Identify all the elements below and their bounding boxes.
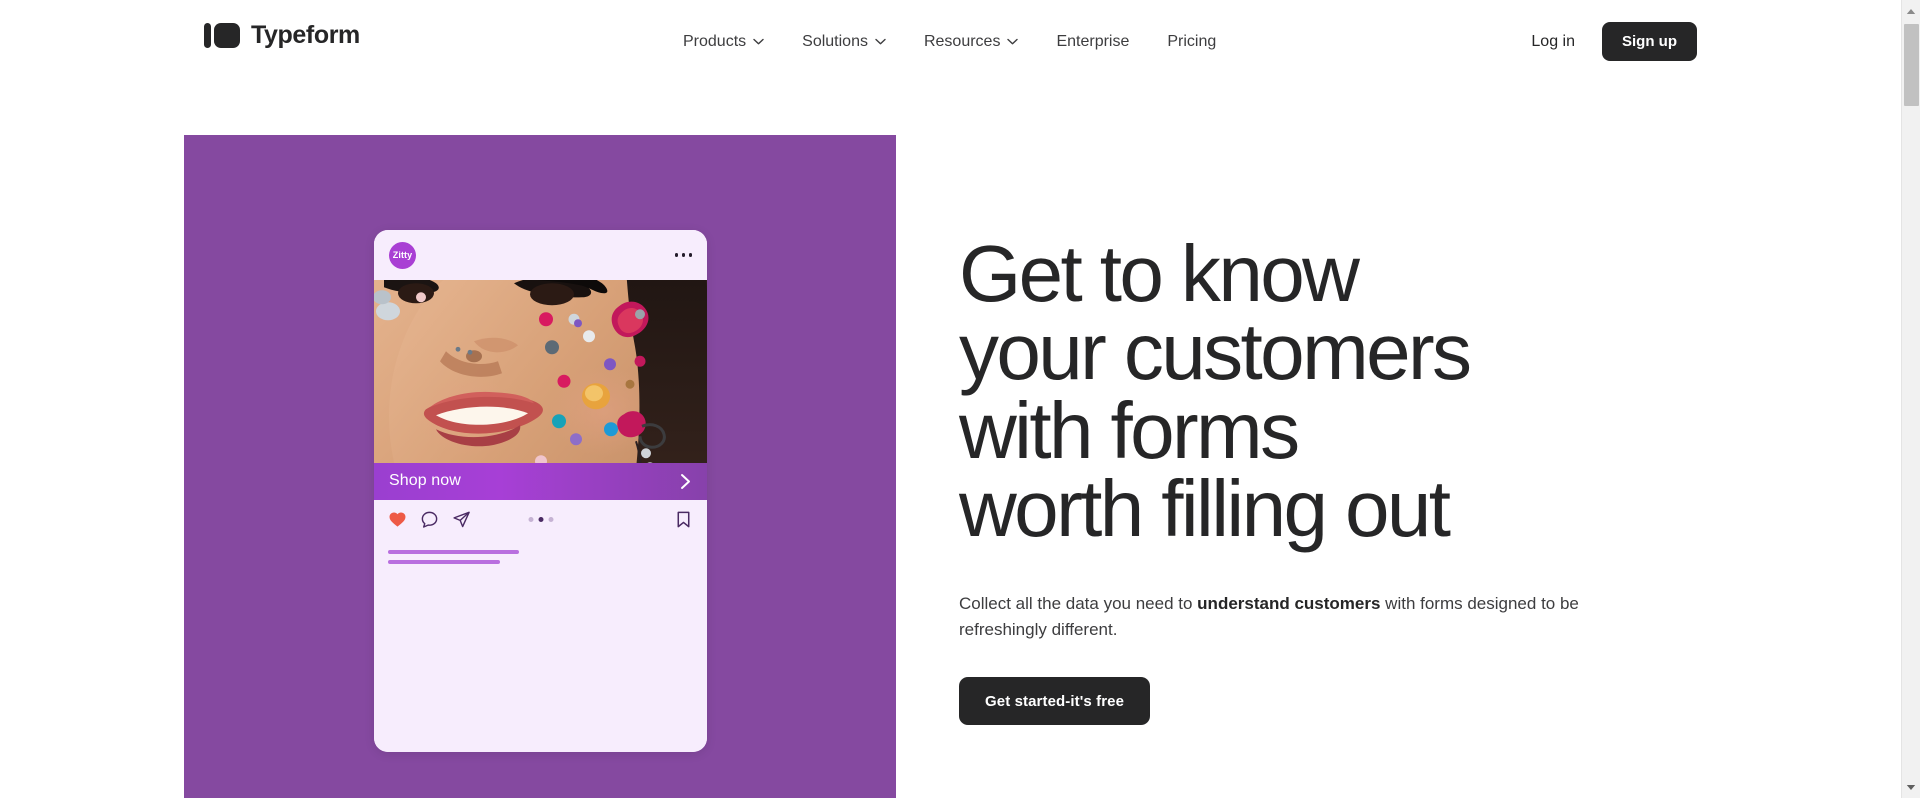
more-options-icon[interactable] [674, 253, 692, 257]
chevron-down-icon [753, 38, 764, 45]
primary-navigation: Products Solutions Resources Enterprise [683, 0, 1216, 83]
hero-subheading: Collect all the data you need to underst… [959, 591, 1659, 644]
brand-logo-link[interactable]: Typeform [204, 23, 360, 48]
get-started-button[interactable]: Get started-it's free [959, 677, 1151, 726]
shop-now-bar[interactable]: Shop now [374, 462, 707, 500]
scroll-up-arrow-icon[interactable] [1902, 2, 1920, 20]
scroll-thumb[interactable] [1904, 24, 1919, 106]
subhead-text-before: Collect all the data you need to [959, 593, 1198, 613]
hero-section: Zitty Shop now Get to know your customer… [0, 83, 1901, 798]
chevron-down-icon [1007, 38, 1019, 45]
heart-icon[interactable] [388, 510, 407, 529]
card-actions-left [388, 510, 471, 529]
vertical-scrollbar[interactable] [1901, 0, 1920, 798]
page-content: Typeform Products Solutions Resources En… [0, 0, 1901, 798]
nav-item-products[interactable]: Products [683, 25, 764, 59]
nav-item-pricing[interactable]: Pricing [1167, 25, 1216, 59]
signup-button[interactable]: Sign up [1602, 22, 1697, 61]
shop-now-label: Shop now [389, 472, 461, 489]
social-post-card: Zitty Shop now [374, 230, 707, 752]
subhead-emphasis: understand customers [1197, 593, 1381, 613]
hero-copy: Get to know your customers with forms wo… [959, 229, 1719, 726]
login-link[interactable]: Log in [1531, 33, 1575, 51]
avatar: Zitty [389, 241, 416, 269]
card-photo [374, 280, 707, 463]
comment-icon[interactable] [420, 510, 439, 529]
chevron-right-icon [678, 472, 692, 491]
page-title: Get to know your customers with forms wo… [959, 229, 1472, 554]
skeleton-line [388, 559, 500, 564]
header-auth-group: Log in Sign up [1531, 0, 1697, 83]
skeleton-line [388, 549, 519, 554]
portrait-photo-illustration [374, 280, 707, 463]
nav-item-solutions[interactable]: Solutions [802, 25, 886, 59]
card-caption-placeholder [374, 539, 707, 752]
carousel-pagination[interactable] [528, 517, 553, 522]
nav-item-label: Products [683, 32, 747, 50]
nav-item-label: Solutions [802, 32, 868, 50]
card-action-bar [374, 499, 707, 540]
hero-visual-panel: Zitty Shop now [184, 135, 896, 798]
nav-item-label: Pricing [1167, 32, 1217, 50]
nav-item-resources[interactable]: Resources [923, 25, 1019, 59]
card-header: Zitty [374, 230, 707, 280]
brand-name: Typeform [251, 21, 360, 49]
scroll-down-arrow-icon[interactable] [1902, 778, 1920, 796]
browser-viewport: Typeform Products Solutions Resources En… [0, 0, 1920, 798]
typeform-logo-icon [204, 23, 240, 48]
nav-item-label: Enterprise [1056, 32, 1130, 50]
site-header: Typeform Products Solutions Resources En… [0, 0, 1901, 83]
bookmark-icon[interactable] [674, 510, 693, 529]
card-actions-right [674, 510, 693, 529]
nav-item-enterprise[interactable]: Enterprise [1056, 25, 1129, 59]
share-icon[interactable] [452, 510, 471, 529]
chevron-down-icon [875, 38, 886, 45]
nav-item-label: Resources [923, 32, 1001, 50]
